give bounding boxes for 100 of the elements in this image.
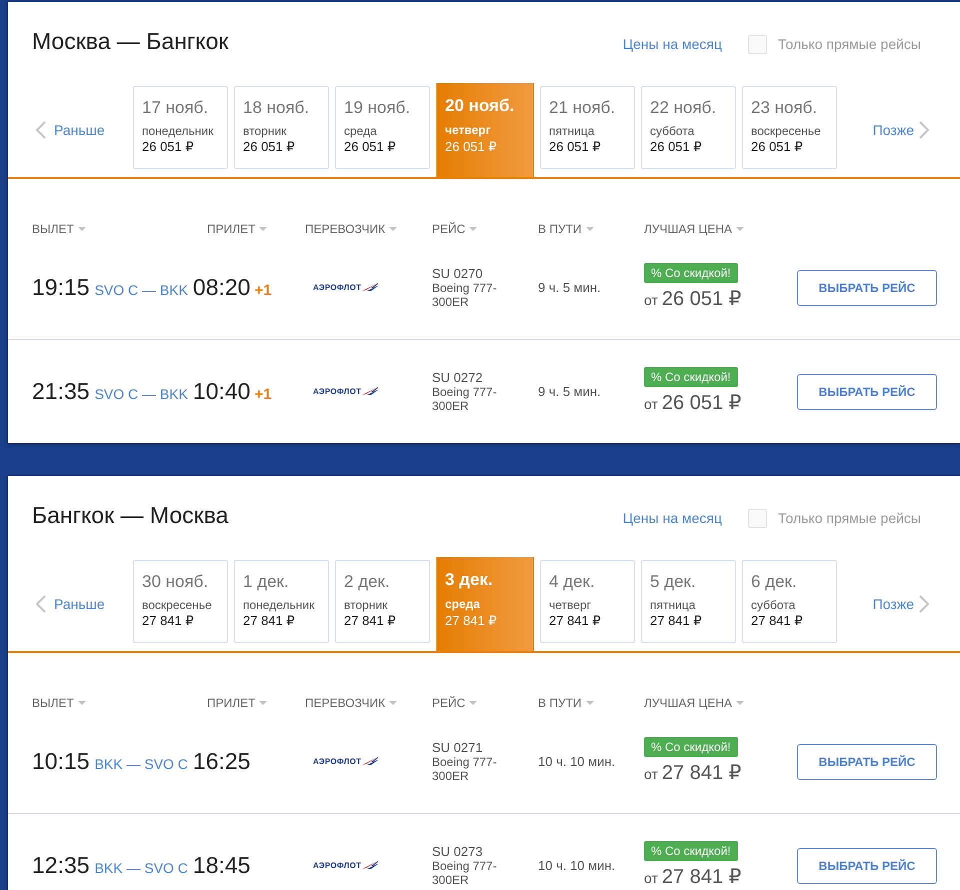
departure-time: 12:35: [32, 852, 90, 879]
month-prices-link[interactable]: Цены на месяц: [622, 36, 722, 52]
date-tab[interactable]: 21 нояб. пятница 26 051 ₽: [540, 86, 635, 169]
aircraft-model: Boeing 777-300ER: [432, 385, 498, 413]
sort-header[interactable]: ПРИЛЕТ: [207, 696, 268, 710]
sort-header[interactable]: ВЫЛЕТ: [32, 222, 86, 236]
price-amount: 27 841 ₽: [662, 761, 742, 785]
flight-number: SU 0271: [432, 740, 484, 755]
discount-badge: % Со скидкой!: [644, 367, 738, 387]
caret-icon: [586, 227, 594, 231]
flight-number: SU 0273: [432, 844, 484, 859]
chevron-left-icon: [35, 595, 46, 613]
price-amount: 27 841 ₽: [662, 865, 742, 889]
direct-flights-checkbox[interactable]: [748, 34, 768, 54]
caret-icon: [469, 227, 478, 231]
next-day-marker: +1: [254, 386, 272, 403]
select-flight-button[interactable]: ВЫБРАТЬ РЕЙС: [797, 270, 937, 306]
sort-header[interactable]: ВЫЛЕТ: [32, 696, 86, 710]
airline-name: АЭРОФЛОТ: [313, 283, 362, 292]
route-codes: SVO C — BKK: [94, 282, 188, 298]
date-tab[interactable]: 18 нояб. вторник 26 051 ₽: [234, 86, 329, 169]
caret-icon: [78, 227, 86, 231]
arrival-time: 08:20: [192, 274, 250, 301]
wing-icon: [362, 282, 378, 290]
sort-header[interactable]: РЕЙС: [432, 696, 478, 710]
route-title: Бангкок — Москва: [32, 501, 228, 530]
discount-badge: % Со скидкой!: [644, 263, 738, 283]
chevron-right-icon: [919, 121, 930, 139]
price-prefix: от: [644, 395, 658, 414]
wing-icon: [362, 756, 378, 764]
caret-icon: [736, 227, 744, 231]
date-tab[interactable]: 6 дек. суббота 27 841 ₽: [742, 560, 837, 643]
route-title: Москва — Бангкок: [32, 27, 228, 56]
flight-duration: 9 ч. 5 мин.: [538, 280, 602, 295]
caret-icon: [736, 701, 744, 705]
caret-icon: [586, 701, 594, 705]
next-day-marker: +1: [254, 282, 272, 299]
sort-header[interactable]: РЕЙС: [432, 222, 478, 236]
later-link[interactable]: Позже: [872, 121, 930, 139]
aircraft-model: Boeing 777-300ER: [432, 859, 498, 887]
route-codes: SVO C — BKK: [94, 386, 188, 402]
airline-name: АЭРОФЛОТ: [313, 757, 362, 766]
airline-name: АЭРОФЛОТ: [313, 861, 362, 870]
flight-duration: 10 ч. 10 мин.: [538, 754, 616, 769]
later-link[interactable]: Позже: [872, 595, 930, 613]
flight-number: SU 0270: [432, 266, 484, 281]
earlier-link[interactable]: Раньше: [35, 121, 133, 139]
date-tab[interactable]: 5 дек. пятница 27 841 ₽: [641, 560, 736, 643]
flight-duration: 10 ч. 10 мин.: [538, 858, 616, 873]
discount-badge: % Со скидкой!: [644, 841, 738, 861]
sort-header[interactable]: ЛУЧШАЯ ЦЕНА: [644, 696, 744, 710]
aircraft-model: Boeing 777-300ER: [432, 281, 498, 309]
date-tab[interactable]: 30 нояб. воскресенье 27 841 ₽: [133, 560, 228, 643]
aircraft-model: Boeing 777-300ER: [432, 755, 498, 783]
date-tab[interactable]: 22 нояб. суббота 26 051 ₽: [641, 86, 736, 169]
route-codes: BKK — SVO C: [94, 756, 188, 772]
departure-time: 21:35: [32, 378, 90, 405]
sort-header[interactable]: ПЕРЕВОЗЧИК: [305, 222, 398, 236]
chevron-right-icon: [919, 595, 930, 613]
month-prices-link[interactable]: Цены на месяц: [622, 510, 722, 526]
price-amount: 26 051 ₽: [662, 391, 742, 415]
arrival-time: 18:45: [192, 852, 250, 879]
sort-header[interactable]: ЛУЧШАЯ ЦЕНА: [644, 222, 744, 236]
flight-number: SU 0272: [432, 370, 484, 385]
earlier-link[interactable]: Раньше: [35, 595, 133, 613]
discount-badge: % Со скидкой!: [644, 737, 738, 757]
date-tab[interactable]: 19 нояб. среда 26 051 ₽: [335, 86, 430, 169]
flight-duration: 9 ч. 5 мин.: [538, 384, 602, 399]
airline-name: АЭРОФЛОТ: [313, 387, 362, 396]
route-codes: BKK — SVO C: [94, 860, 188, 876]
chevron-left-icon: [35, 121, 46, 139]
date-tab[interactable]: 4 дек. четверг 27 841 ₽: [540, 560, 635, 643]
caret-icon: [469, 701, 478, 705]
departure-time: 10:15: [32, 748, 90, 775]
select-flight-button[interactable]: ВЫБРАТЬ РЕЙС: [797, 848, 937, 884]
date-tab[interactable]: 1 дек. понедельник 27 841 ₽: [234, 560, 329, 643]
date-tab[interactable]: 17 нояб. понедельник 26 051 ₽: [133, 86, 228, 169]
date-tab[interactable]: 2 дек. вторник 27 841 ₽: [335, 560, 430, 643]
price-prefix: от: [644, 869, 658, 888]
price-prefix: от: [644, 291, 658, 310]
sort-header[interactable]: ПРИЛЕТ: [207, 222, 268, 236]
wing-icon: [362, 386, 378, 394]
arrival-time: 10:40: [192, 378, 250, 405]
price-amount: 26 051 ₽: [662, 287, 742, 311]
caret-icon: [259, 227, 268, 231]
select-flight-button[interactable]: ВЫБРАТЬ РЕЙС: [797, 374, 937, 410]
sort-header[interactable]: В ПУТИ: [538, 222, 594, 236]
caret-icon: [259, 701, 268, 705]
caret-icon: [389, 701, 398, 705]
sort-header[interactable]: ПЕРЕВОЗЧИК: [305, 696, 398, 710]
select-flight-button[interactable]: ВЫБРАТЬ РЕЙС: [797, 744, 937, 780]
date-tab[interactable]: 23 нояб. воскресенье 26 051 ₽: [742, 86, 837, 169]
sort-header[interactable]: В ПУТИ: [538, 696, 594, 710]
arrival-time: 16:25: [192, 748, 250, 775]
caret-icon: [389, 227, 398, 231]
wing-icon: [362, 860, 378, 868]
price-prefix: от: [644, 765, 658, 784]
departure-time: 19:15: [32, 274, 90, 301]
direct-flights-checkbox[interactable]: [748, 508, 768, 528]
caret-icon: [78, 701, 86, 705]
